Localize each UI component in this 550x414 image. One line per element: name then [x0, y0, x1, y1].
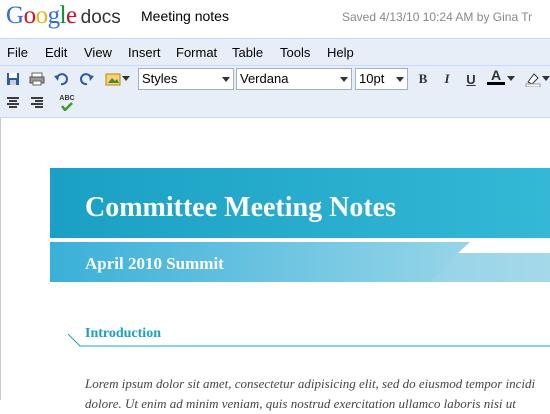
- body-line: dolore. Ut enim ad minim veniam, quis no…: [85, 396, 516, 411]
- chevron-down-icon[interactable]: [120, 70, 132, 88]
- redo-icon[interactable]: [78, 70, 96, 88]
- chevron-down-icon: [340, 77, 348, 82]
- google-docs-logo[interactable]: Google docs: [6, 3, 121, 31]
- logo-google: Google: [6, 2, 77, 29]
- underline-button[interactable]: U: [462, 70, 480, 88]
- undo-icon[interactable]: [52, 70, 70, 88]
- text-color-button[interactable]: A: [487, 67, 505, 85]
- styles-dropdown[interactable]: Styles: [138, 68, 234, 90]
- spell-check-button[interactable]: ABC: [58, 92, 76, 114]
- font-size-value: 10pt: [359, 71, 385, 86]
- spell-check-label: ABC: [59, 95, 75, 102]
- menu-help[interactable]: Help: [327, 45, 354, 60]
- font-size-dropdown[interactable]: 10pt: [355, 68, 408, 90]
- print-icon[interactable]: [28, 70, 46, 88]
- section-heading[interactable]: Introduction: [85, 326, 161, 342]
- document-subtitle[interactable]: April 2010 Summit: [85, 254, 224, 274]
- document-title[interactable]: Meeting notes: [141, 8, 229, 24]
- chevron-down-icon: [222, 77, 230, 82]
- saved-status: Saved 4/13/10 10:24 AM by Gina Tr: [342, 10, 533, 24]
- save-icon[interactable]: [4, 70, 22, 88]
- chevron-down-icon[interactable]: [505, 70, 517, 88]
- chevron-down-icon[interactable]: [542, 70, 550, 88]
- highlight-icon[interactable]: [524, 70, 542, 88]
- menu-tools[interactable]: Tools: [280, 45, 310, 60]
- menu-bar: File Edit View Insert Format Table Tools…: [0, 38, 550, 66]
- align-right-icon[interactable]: [28, 94, 46, 112]
- menu-table[interactable]: Table: [232, 45, 263, 60]
- document-heading[interactable]: Committee Meeting Notes: [85, 192, 396, 224]
- title-bar: Google docs Meeting notes Saved 4/13/10 1…: [0, 0, 550, 38]
- menu-file[interactable]: File: [7, 45, 28, 60]
- menu-view[interactable]: View: [84, 45, 112, 60]
- logo-docs: docs: [80, 7, 121, 28]
- bold-button[interactable]: B: [414, 70, 432, 88]
- toolbar: Styles Verdana 10pt B I U A ABC: [0, 66, 550, 118]
- body-paragraph[interactable]: Lorem ipsum dolor sit amet, consectetur …: [85, 374, 550, 414]
- body-line: Lorem ipsum dolor sit amet, consectetur …: [85, 376, 536, 391]
- font-dropdown[interactable]: Verdana: [236, 68, 352, 90]
- menu-edit[interactable]: Edit: [45, 45, 67, 60]
- italic-button[interactable]: I: [438, 70, 456, 88]
- align-center-icon[interactable]: [4, 94, 22, 112]
- menu-format[interactable]: Format: [176, 45, 217, 60]
- styles-value: Styles: [142, 71, 178, 86]
- menu-insert[interactable]: Insert: [128, 45, 161, 60]
- chevron-down-icon: [396, 77, 404, 82]
- font-value: Verdana: [240, 71, 289, 86]
- checkmark-icon: [61, 102, 73, 111]
